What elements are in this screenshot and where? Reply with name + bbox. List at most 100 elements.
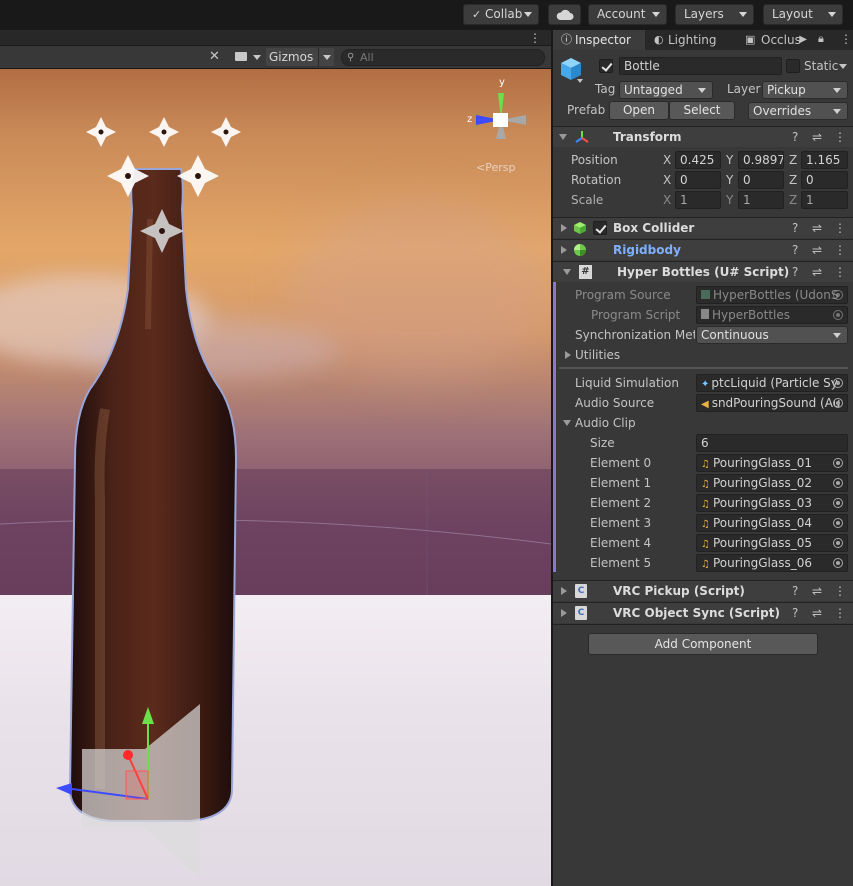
collab-button[interactable]: ✓ Collab xyxy=(463,4,539,25)
rotation-y-label[interactable]: Y xyxy=(726,171,733,189)
move-handle-gizmo[interactable] xyxy=(0,69,551,886)
rotation-y-field[interactable]: 0 xyxy=(738,171,784,189)
help-icon[interactable]: ? xyxy=(792,220,798,236)
foldout-arrow-icon[interactable] xyxy=(561,587,567,595)
rotation-z-label[interactable]: Z xyxy=(789,171,797,189)
help-icon[interactable]: ? xyxy=(792,129,798,145)
tab-inspector[interactable]: ⓘ Inspector xyxy=(553,30,645,50)
vrc-object-sync-header[interactable]: C VRC Object Sync (Script) ? ⇌ ⋮ xyxy=(553,602,853,623)
prefab-overrides-dropdown[interactable]: Overrides xyxy=(748,102,848,120)
gizmos-button[interactable]: Gizmos xyxy=(266,48,318,66)
position-x-label[interactable]: X xyxy=(663,151,671,169)
more-options-icon[interactable]: ⋮ xyxy=(840,32,852,46)
array-size-field[interactable]: 6 xyxy=(696,434,848,452)
tag-dropdown[interactable]: Untagged xyxy=(619,81,713,99)
object-picker-icon[interactable] xyxy=(833,378,843,388)
layout-dropdown[interactable]: Layout xyxy=(763,4,843,25)
scale-x-field[interactable]: 1 xyxy=(675,191,721,209)
utilities-label[interactable]: Utilities xyxy=(575,346,620,364)
help-icon[interactable]: ? xyxy=(792,242,798,258)
static-label[interactable]: Static xyxy=(804,57,838,75)
add-component-button[interactable]: Add Component xyxy=(588,633,818,655)
audio-clip-foldout-icon[interactable] xyxy=(563,420,571,426)
more-options-icon[interactable]: ⋮ xyxy=(834,264,846,280)
object-picker-icon[interactable] xyxy=(833,478,843,488)
camera-icon[interactable] xyxy=(235,52,247,61)
lock-icon[interactable]: 🔒︎ xyxy=(818,32,824,46)
scale-y-field[interactable]: 1 xyxy=(738,191,784,209)
settings-sliders-icon[interactable]: ⇌ xyxy=(812,264,822,280)
gizmos-dropdown-arrow[interactable] xyxy=(318,48,334,66)
help-icon[interactable]: ? xyxy=(792,264,798,280)
element-5-field[interactable]: ♫ PouringGlass_06 xyxy=(696,554,848,572)
tab-lighting[interactable]: ◐ Lighting xyxy=(646,30,738,50)
position-z-field[interactable]: 1.165 xyxy=(801,151,848,169)
cloud-button[interactable] xyxy=(548,4,581,25)
position-z-label[interactable]: Z xyxy=(789,151,797,169)
element-3-field[interactable]: ♫ PouringGlass_04 xyxy=(696,514,848,532)
rotation-z-field[interactable]: 0 xyxy=(801,171,848,189)
element-4-field[interactable]: ♫ PouringGlass_05 xyxy=(696,534,848,552)
scene-search-input[interactable]: ⚲ All xyxy=(341,49,545,66)
object-picker-icon[interactable] xyxy=(833,290,843,300)
account-dropdown[interactable]: Account xyxy=(588,4,667,25)
more-options-icon[interactable]: ⋮ xyxy=(529,30,541,46)
foldout-arrow-icon[interactable] xyxy=(561,224,567,232)
synchronization-dropdown[interactable]: Continuous xyxy=(696,326,848,344)
utilities-foldout-icon[interactable] xyxy=(565,351,571,359)
rigidbody-header[interactable]: Rigidbody ? ⇌ ⋮ xyxy=(553,239,853,260)
object-picker-icon[interactable] xyxy=(833,458,843,468)
layer-dropdown[interactable]: Pickup xyxy=(762,81,848,99)
settings-sliders-icon[interactable]: ⇌ xyxy=(812,129,822,145)
tools-icon[interactable]: ✕ xyxy=(209,49,220,64)
element-2-field[interactable]: ♫ PouringGlass_03 xyxy=(696,494,848,512)
vrc-pickup-header[interactable]: C VRC Pickup (Script) ? ⇌ ⋮ xyxy=(553,580,853,601)
help-icon[interactable]: ? xyxy=(792,583,798,599)
foldout-arrow-icon[interactable] xyxy=(559,134,567,140)
scale-x-label[interactable]: X xyxy=(663,191,671,209)
position-y-label[interactable]: Y xyxy=(726,151,733,169)
more-options-icon[interactable]: ⋮ xyxy=(834,242,846,258)
object-name-field[interactable]: Bottle xyxy=(619,57,782,75)
liquid-simulation-field[interactable]: ✦ ptcLiquid (Particle Sy xyxy=(696,374,848,392)
box-collider-enabled-checkbox[interactable] xyxy=(593,221,607,235)
static-checkbox[interactable] xyxy=(786,59,800,73)
object-picker-icon[interactable] xyxy=(833,398,843,408)
more-options-icon[interactable]: ⋮ xyxy=(834,605,846,621)
active-checkbox[interactable] xyxy=(599,59,613,73)
foldout-arrow-icon[interactable] xyxy=(561,246,567,254)
prefab-select-button[interactable]: Select xyxy=(669,101,735,120)
program-script-field[interactable]: HyperBottles xyxy=(696,306,848,324)
element-1-field[interactable]: ♫ PouringGlass_02 xyxy=(696,474,848,492)
prefab-open-button[interactable]: Open xyxy=(609,101,669,120)
box-collider-header[interactable]: Box Collider ? ⇌ ⋮ xyxy=(553,217,853,238)
hyper-bottles-header[interactable]: # Hyper Bottles (U# Script) ? ⇌ ⋮ xyxy=(553,261,853,282)
scene-viewport[interactable]: y z <Persp xyxy=(0,69,551,886)
settings-sliders-icon[interactable]: ⇌ xyxy=(812,220,822,236)
audio-source-field[interactable]: ◀ sndPouringSound (Au xyxy=(696,394,848,412)
chevron-down-icon[interactable] xyxy=(839,64,847,69)
more-options-icon[interactable]: ⋮ xyxy=(834,583,846,599)
more-options-icon[interactable]: ⋮ xyxy=(834,129,846,145)
chevron-down-icon[interactable] xyxy=(253,55,261,60)
object-picker-icon[interactable] xyxy=(833,538,843,548)
rotation-x-field[interactable]: 0 xyxy=(675,171,721,189)
object-picker-icon[interactable] xyxy=(833,498,843,508)
layers-dropdown[interactable]: Layers xyxy=(675,4,754,25)
position-y-field[interactable]: 0.9897 xyxy=(738,151,784,169)
tab-occlusion[interactable]: ▣ Occlus ▶ xyxy=(739,30,809,50)
position-x-field[interactable]: 0.425 xyxy=(675,151,721,169)
scale-y-label[interactable]: Y xyxy=(726,191,733,209)
persp-label[interactable]: <Persp xyxy=(476,161,515,174)
rotation-x-label[interactable]: X xyxy=(663,171,671,189)
chevron-down-icon[interactable] xyxy=(577,79,583,83)
more-options-icon[interactable]: ⋮ xyxy=(834,220,846,236)
help-icon[interactable]: ? xyxy=(792,605,798,621)
foldout-arrow-icon[interactable] xyxy=(561,609,567,617)
settings-sliders-icon[interactable]: ⇌ xyxy=(812,583,822,599)
foldout-arrow-icon[interactable] xyxy=(563,269,571,275)
transform-header[interactable]: Transform ? ⇌ ⋮ xyxy=(553,126,853,147)
object-picker-icon[interactable] xyxy=(833,310,843,320)
settings-sliders-icon[interactable]: ⇌ xyxy=(812,242,822,258)
program-source-field[interactable]: HyperBottles (UdonS xyxy=(696,286,848,304)
